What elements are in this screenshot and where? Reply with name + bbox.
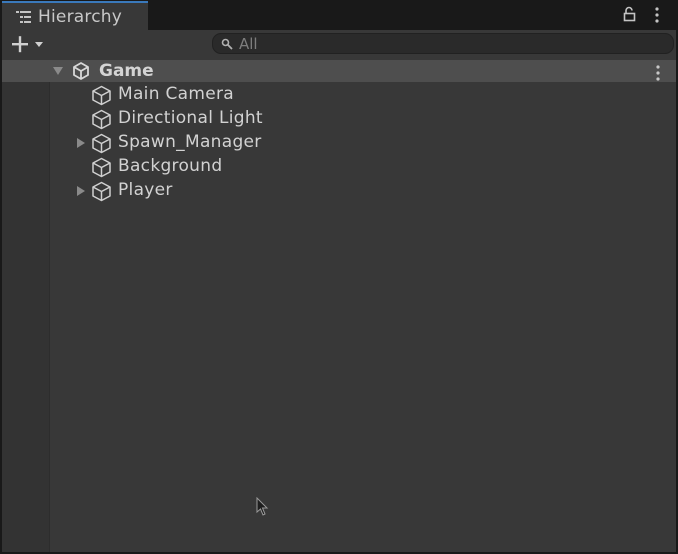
search-field[interactable] [212,33,674,54]
hierarchy-item-spawn-manager[interactable]: Spawn_Manager [2,131,676,155]
hierarchy-item-background[interactable]: Background [2,155,676,179]
hierarchy-item-main-camera[interactable]: Main Camera [2,83,676,107]
hierarchy-item-label: Directional Light [118,108,263,128]
gameobject-cube-icon [92,133,111,154]
create-object-button[interactable] [10,33,52,55]
tab-hierarchy[interactable]: Hierarchy [2,1,148,30]
hierarchy-item-label: Spawn_Manager [118,132,262,152]
tab-title: Hierarchy [38,7,122,27]
gameobject-cube-icon [92,109,111,130]
expand-arrow-down-icon[interactable] [52,65,64,77]
scene-menu-icon[interactable] [655,64,661,82]
gameobject-cube-icon [92,85,111,106]
gameobject-cube-icon [92,157,111,178]
scene-header-game[interactable]: Game [2,60,676,82]
hierarchy-item-label: Main Camera [118,84,234,104]
tab-strip: Hierarchy [0,0,678,30]
hierarchy-item-label: Player [118,180,173,200]
mouse-cursor-icon [256,497,269,516]
search-input[interactable] [239,34,659,53]
hierarchy-tree[interactable]: Game Main Camera Directional Light Spawn… [2,58,676,552]
hierarchy-window: Hierarchy All Game Main Camera Direction… [0,0,678,554]
hierarchy-list-icon [16,11,31,23]
gameobject-cube-icon [92,181,111,202]
scene-name: Game [99,61,154,81]
unity-logo-icon [73,62,89,80]
search-icon [221,38,233,50]
expand-arrow-right-icon[interactable] [76,137,86,149]
plus-icon [12,36,43,53]
window-menu-icon[interactable] [654,6,660,24]
hierarchy-item-label: Background [118,156,223,176]
hierarchy-item-player[interactable]: Player [2,179,676,203]
hierarchy-toolbar [2,30,676,58]
hierarchy-item-directional-light[interactable]: Directional Light [2,107,676,131]
expand-arrow-right-icon[interactable] [76,185,86,197]
lock-icon[interactable] [622,6,638,22]
